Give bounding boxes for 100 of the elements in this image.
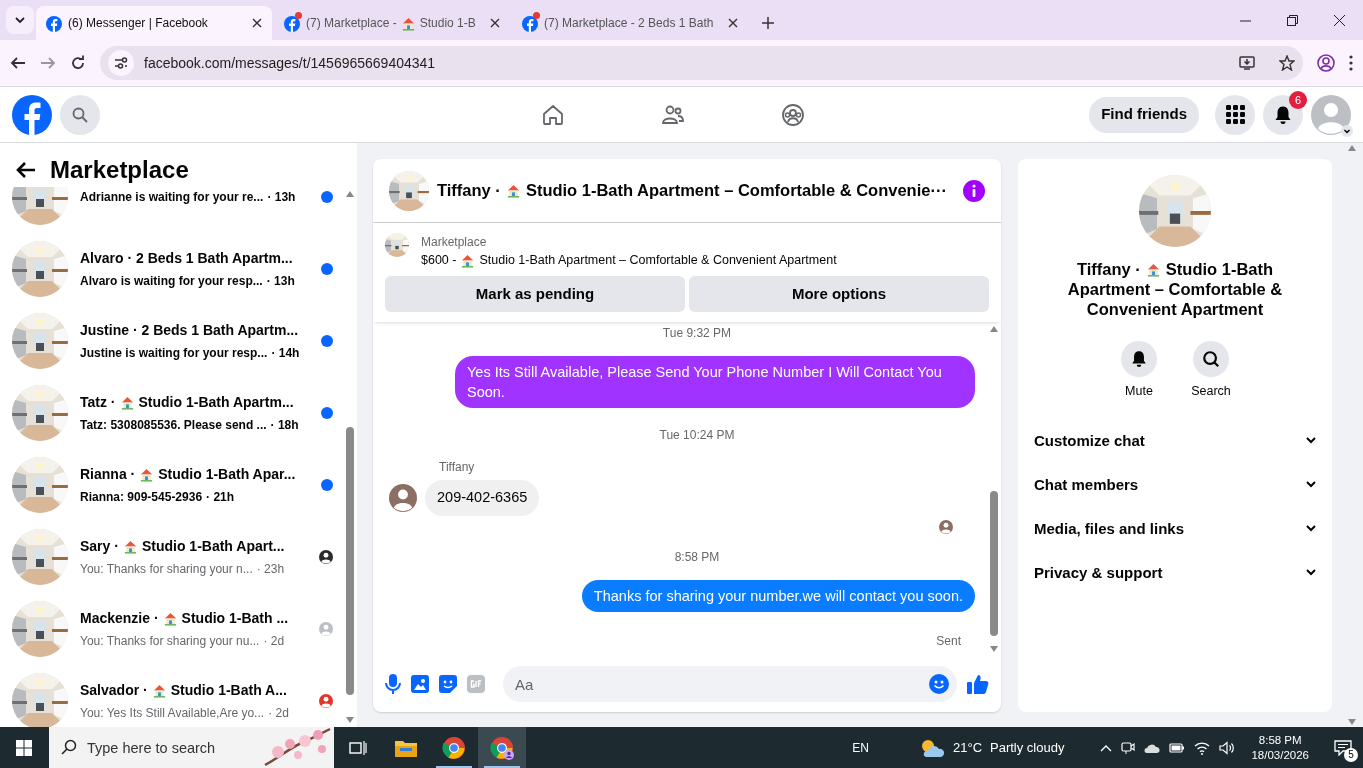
restore-icon[interactable]: [1287, 14, 1298, 26]
message-input[interactable]: Aa: [503, 666, 957, 702]
section-toggle[interactable]: Customize chat: [1034, 418, 1316, 463]
conversation-item[interactable]: Justine · 2 Beds 1 Bath Apartm... Justine is waiting for your resp... · 14h: [0, 305, 343, 377]
camera-icon[interactable]: [1121, 740, 1136, 755]
browser-tab[interactable]: (7) Marketplace - Studio 1-B: [274, 6, 510, 40]
temperature: 21°C: [952, 738, 982, 757]
group-icon: [781, 103, 805, 127]
message-preview: Adrianne is waiting for your re...: [80, 189, 264, 206]
search-icon: [1202, 350, 1220, 368]
close-icon[interactable]: [490, 18, 500, 28]
search-icon: [72, 106, 88, 123]
new-tab-icon[interactable]: [762, 17, 774, 29]
conversation-title: Tatz ·: [80, 393, 116, 412]
browser-icon: [490, 735, 514, 760]
message-time: · 2d: [268, 705, 289, 722]
site-settings-icon[interactable]: [114, 56, 128, 70]
conversation-item[interactable]: Sary · Studio 1-Bath Apart... You: Thanks for sharing your n... · 23h: [0, 521, 343, 593]
conversation-title: Convenient Apartment: [1086, 299, 1264, 319]
message-preview: Tatz: 5308085536. Please send ...: [80, 417, 267, 434]
conversation-title: Rianna ·: [80, 465, 136, 484]
folder-icon: [395, 738, 417, 757]
clock[interactable]: 8:58 PM 18/03/2026: [1251, 732, 1309, 763]
conversation-title: Studio 1-Bath A...: [170, 681, 287, 700]
section-toggle[interactable]: Privacy & support: [1034, 550, 1316, 595]
house-icon: [460, 252, 476, 268]
house-icon: [400, 15, 416, 31]
grid-icon: [1225, 105, 1245, 124]
sender-name: Tiffany: [439, 458, 476, 476]
volume-icon[interactable]: [1219, 740, 1236, 755]
message-time: · 13h: [266, 273, 295, 290]
photo-icon[interactable]: [411, 675, 429, 693]
house-icon: [119, 395, 135, 410]
like-icon[interactable]: [967, 673, 989, 695]
conversation-item[interactable]: Mackenzie · Studio 1-Bath ... You: Thanks for sharing your nu... · 2d: [0, 593, 343, 665]
browser-tab[interactable]: (7) Marketplace - 2 Beds 1 Bath: [512, 6, 748, 40]
listing-title: Studio 1-Bath Apartment – Comfortable & Convenient Apartment: [479, 252, 837, 269]
message-status: Sent: [936, 632, 961, 650]
chevron-up-icon[interactable]: [1100, 743, 1113, 752]
action-button[interactable]: Mark as pending: [385, 275, 685, 312]
facebook-logo-icon[interactable]: [12, 94, 52, 135]
sender-avatar: [389, 483, 417, 512]
notification-badge: 6: [1289, 90, 1307, 109]
conversation-item[interactable]: Tatz · Studio 1-Bath Apartm... Tatz: 5308085536. Please send ... · 18h: [0, 377, 343, 449]
search-button[interactable]: Search: [1187, 341, 1235, 401]
browser-icon: [442, 735, 466, 760]
browser-tab[interactable]: (6) Messenger | Facebook: [36, 6, 272, 40]
star-icon[interactable]: [1279, 55, 1295, 71]
install-icon[interactable]: [1239, 55, 1255, 71]
language-indicator[interactable]: EN: [852, 738, 869, 757]
info-icon[interactable]: [963, 179, 985, 202]
house-icon: [162, 611, 178, 626]
back-icon[interactable]: [10, 55, 26, 71]
seen-avatar: [939, 519, 953, 534]
section-toggle[interactable]: Media, files and links: [1034, 506, 1316, 551]
conversation-item[interactable]: Rianna · Studio 1-Bath Apar... Rianna: 909-545-2936 · 21h: [0, 449, 343, 521]
more-icon[interactable]: [1349, 55, 1353, 71]
message-preview: You: Yes Its Still Available,Are yo...: [80, 705, 265, 722]
dropdown-icon[interactable]: [1341, 124, 1353, 137]
conversation-title: Studio 1-Bath ...: [181, 609, 289, 628]
mute-button[interactable]: Mute: [1115, 341, 1163, 401]
reload-icon[interactable]: [70, 55, 86, 71]
conversation-title: Justine · 2 Beds 1 Bath Apartm...: [80, 321, 299, 340]
message-timestamp: Tue 9:32 PM: [662, 324, 732, 342]
battery-icon[interactable]: [1169, 741, 1186, 754]
back-arrow-icon[interactable]: [16, 161, 36, 179]
menu-button[interactable]: [1215, 94, 1255, 135]
microphone-icon[interactable]: [385, 674, 401, 694]
conversation-title: Studio 1-Bath Apar...: [158, 465, 296, 484]
house-icon: [1145, 261, 1161, 277]
action-button[interactable]: More options: [689, 275, 989, 312]
notification-icon[interactable]: [1334, 739, 1352, 756]
message-bubble: 209-402-6365: [425, 479, 540, 516]
forward-icon[interactable]: [40, 55, 56, 71]
sticker-icon[interactable]: [439, 675, 457, 693]
taskbar-app[interactable]: [478, 727, 526, 768]
message-preview: You: Thanks for sharing your nu...: [80, 633, 260, 650]
section-toggle[interactable]: Chat members: [1034, 462, 1316, 507]
conversation-item[interactable]: Adrianne is waiting for your re... · 13h: [0, 187, 343, 233]
close-icon[interactable]: [1334, 14, 1345, 26]
message-time: · 23h: [256, 561, 285, 578]
close-icon[interactable]: [728, 18, 738, 28]
chat-title: Tiffany ·: [437, 180, 501, 202]
emoji-icon[interactable]: [929, 674, 949, 694]
conversation-title: Sary ·: [80, 537, 119, 556]
search-button[interactable]: [60, 94, 100, 135]
message-bubble: Thanks for sharing your number.we will contact you soon.: [581, 579, 975, 612]
listing-title: $600 -: [421, 252, 457, 269]
wifi-icon[interactable]: [1194, 740, 1211, 755]
message-timestamp: 8:58 PM: [674, 548, 720, 566]
profile-icon[interactable]: [1317, 54, 1335, 72]
close-icon[interactable]: [252, 18, 262, 28]
tab-search-button[interactable]: [6, 6, 34, 34]
conversation-item[interactable]: Alvaro · 2 Beds 1 Bath Apartm... Alvaro is waiting for your resp... · 13h: [0, 233, 343, 305]
find-friends-button[interactable]: Find friends: [1089, 96, 1199, 133]
facebook-logo-icon: [284, 15, 300, 32]
address-bar[interactable]: facebook.com/messages/t/1456965669404341: [100, 46, 1303, 80]
facebook-logo-icon: [522, 15, 538, 32]
conversation-title: Tiffany ·: [1076, 259, 1141, 279]
home-icon: [541, 103, 565, 127]
